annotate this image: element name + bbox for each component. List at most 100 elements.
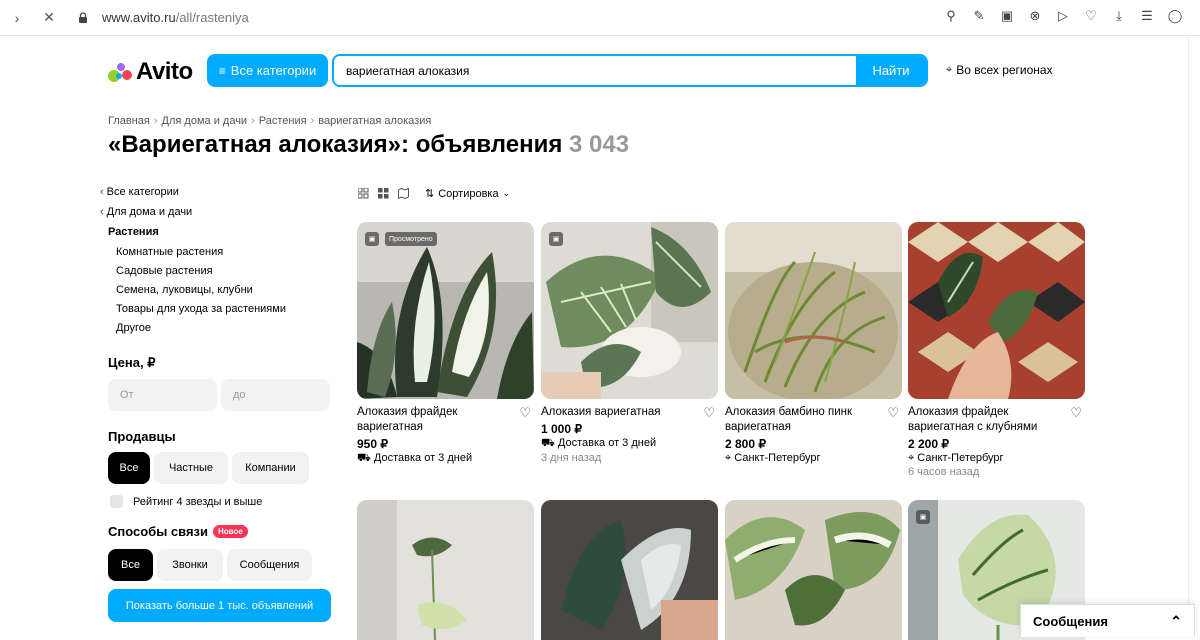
favorite-heart-icon[interactable]: ♡ (1070, 405, 1082, 420)
profile-icon[interactable]: ◯ (1166, 7, 1184, 25)
listing-card[interactable]: ▣ Алоказия вариегатная ♡ 1 000 ₽ ⛟ Достав… (541, 222, 718, 464)
contact-calls-button[interactable]: Звонки (157, 549, 223, 581)
page-title: «Вариегатная алоказия»: объявления 3 043 (108, 131, 630, 158)
price-to-input[interactable]: до (221, 379, 330, 411)
menu-icon[interactable]: ☰ (1138, 7, 1156, 25)
filters-sidebar: ‹ Все категории ‹ Для дома и дачи Растения… (100, 182, 340, 581)
listing-title[interactable]: Алоказия фрайдек вариегатная ♡ (357, 405, 534, 435)
camera-icon[interactable]: ▣ (998, 7, 1016, 25)
listing-title[interactable]: Алоказия бамбино пинк вариегатная ♡ (725, 405, 902, 435)
map-view-icon[interactable] (397, 188, 409, 200)
search-bar: Найти (332, 54, 928, 87)
subcategory-item[interactable]: Семена, луковицы, клубни (100, 280, 340, 299)
listing-photo[interactable]: ▣ (541, 222, 718, 399)
all-categories-button[interactable]: ≡ Все категории (207, 54, 328, 87)
grid-view-icon[interactable] (357, 188, 369, 200)
listing-card[interactable] (541, 500, 718, 640)
rating-filter[interactable]: Рейтинг 4 звезды и выше (100, 495, 340, 508)
active-category: Растения (108, 226, 159, 238)
listing-price: 2 200 ₽ (908, 437, 949, 451)
delivery-icon: ⛟ (541, 437, 555, 449)
sellers-all-button[interactable]: Все (108, 452, 150, 484)
chevron-down-icon: ⌄ (502, 188, 511, 198)
listing-price: 1 000 ₽ (541, 422, 582, 436)
breadcrumb-item[interactable]: вариегатная алоказия (318, 115, 431, 127)
subcategory-item[interactable]: Садовые растения (100, 261, 340, 280)
listing-photo[interactable] (725, 222, 902, 399)
listing-photo[interactable] (725, 500, 902, 640)
sellers-companies-button[interactable]: Компании (232, 452, 309, 484)
breadcrumb: Главная › Для дома и дачи › Растения › вари… (108, 115, 432, 127)
back-link-home-garden[interactable]: ‹ Для дома и дачи (100, 202, 340, 222)
favorite-heart-icon[interactable]: ♡ (519, 405, 531, 420)
delivery-icon: ▣ (549, 232, 563, 246)
contact-messages-button[interactable]: Сообщения (227, 549, 312, 581)
heart-icon[interactable]: ♡ (1082, 7, 1100, 25)
subcategory-item[interactable]: Товары для ухода за растениями (100, 299, 340, 318)
lock-icon (72, 7, 94, 29)
region-selector[interactable]: ⌖ Во всех регионах (946, 63, 1053, 77)
scrollbar[interactable] (1188, 36, 1200, 637)
price-heading: Цена, ₽ (108, 355, 156, 370)
listing-photo[interactable]: ▣ Просмотрено (357, 222, 534, 399)
edit-icon[interactable]: ✎ (970, 7, 988, 25)
new-badge: Новое (213, 525, 248, 538)
chevron-up-icon[interactable]: ⌃ (1170, 613, 1182, 630)
sort-dropdown[interactable]: ⇅ Сортировка ⌄ (425, 187, 511, 201)
search-input[interactable] (334, 56, 856, 85)
messages-widget[interactable]: Сообщения ⌃ (1020, 604, 1195, 637)
shield-icon[interactable]: ⊗ (1026, 7, 1044, 25)
listing-delivery: ⛟ Доставка от 3 дней (541, 437, 657, 449)
subcategory-item[interactable]: Комнатные растения (100, 242, 340, 261)
send-icon[interactable]: ▷ (1054, 7, 1072, 25)
back-link-all-categories[interactable]: ‹ Все категории (100, 182, 340, 202)
rating-checkbox[interactable] (110, 495, 123, 508)
results-count: 3 043 (569, 131, 630, 158)
close-icon[interactable]: ✕ (38, 7, 60, 29)
listing-delivery: ⛟ Доставка от 3 дней (357, 452, 473, 464)
show-more-button[interactable]: Показать больше 1 тыс. объявлений (108, 589, 331, 622)
listing-price: 2 800 ₽ (725, 437, 766, 451)
contact-all-button[interactable]: Все (108, 549, 153, 581)
listing-date: 6 часов назад (908, 466, 980, 478)
delivery-icon: ▣ (365, 232, 379, 246)
favorite-heart-icon[interactable]: ♡ (703, 405, 715, 420)
contact-heading: Способы связи Новое (100, 524, 340, 539)
listing-date: 3 дня назад (541, 452, 602, 464)
logo-dots-icon (108, 61, 132, 83)
listing-title[interactable]: Алоказия вариегатная ♡ (541, 405, 718, 420)
location-pin-icon: ⌖ (725, 452, 732, 464)
breadcrumb-item[interactable]: Для дома и дачи (162, 115, 248, 127)
breadcrumb-item[interactable]: Растения (259, 115, 307, 127)
tile-view-icon[interactable] (377, 188, 389, 200)
listing-card[interactable] (357, 500, 534, 640)
search-icon[interactable]: ⚲ (942, 7, 960, 25)
listing-card[interactable]: Алоказия фрайдек вариегатная с клубнями ♡… (908, 222, 1085, 478)
location-pin-icon: ⌖ (946, 63, 953, 76)
viewed-tag: Просмотрено (385, 232, 437, 246)
listing-photo[interactable] (357, 500, 534, 640)
listing-location: ⌖ Санкт-Петербург (908, 452, 1004, 464)
listing-card[interactable]: ▣ Просмотрено Алоказия фрайдек вариегатн… (357, 222, 534, 466)
delivery-icon: ▣ (916, 510, 930, 524)
chevron-left-icon: ‹ (100, 186, 104, 198)
listing-photo[interactable] (541, 500, 718, 640)
price-from-input[interactable]: От (108, 379, 217, 411)
sellers-private-button[interactable]: Частные (154, 452, 228, 484)
listing-photo[interactable] (908, 222, 1085, 399)
listing-card[interactable] (725, 500, 902, 640)
favorite-heart-icon[interactable]: ♡ (887, 405, 899, 420)
listing-toolbar: ⇅ Сортировка ⌄ (357, 187, 510, 200)
listing-title[interactable]: Алоказия фрайдек вариегатная с клубнями ♡ (908, 405, 1085, 435)
chevron-left-icon: ‹ (100, 206, 104, 218)
subcategory-item[interactable]: Другое (100, 318, 340, 337)
address-bar[interactable]: www.avito.ru/all/rasteniya (102, 10, 249, 25)
breadcrumb-item[interactable]: Главная (108, 115, 150, 127)
avito-logo[interactable]: Avito (108, 58, 193, 86)
download-icon[interactable]: ⤓ (1110, 7, 1128, 25)
listing-price: 950 ₽ (357, 437, 388, 451)
listing-card[interactable]: Алоказия бамбино пинк вариегатная ♡ 2 800… (725, 222, 902, 465)
location-pin-icon: ⌖ (908, 452, 915, 464)
search-button[interactable]: Найти (856, 56, 926, 85)
forward-icon[interactable]: › (6, 7, 28, 29)
